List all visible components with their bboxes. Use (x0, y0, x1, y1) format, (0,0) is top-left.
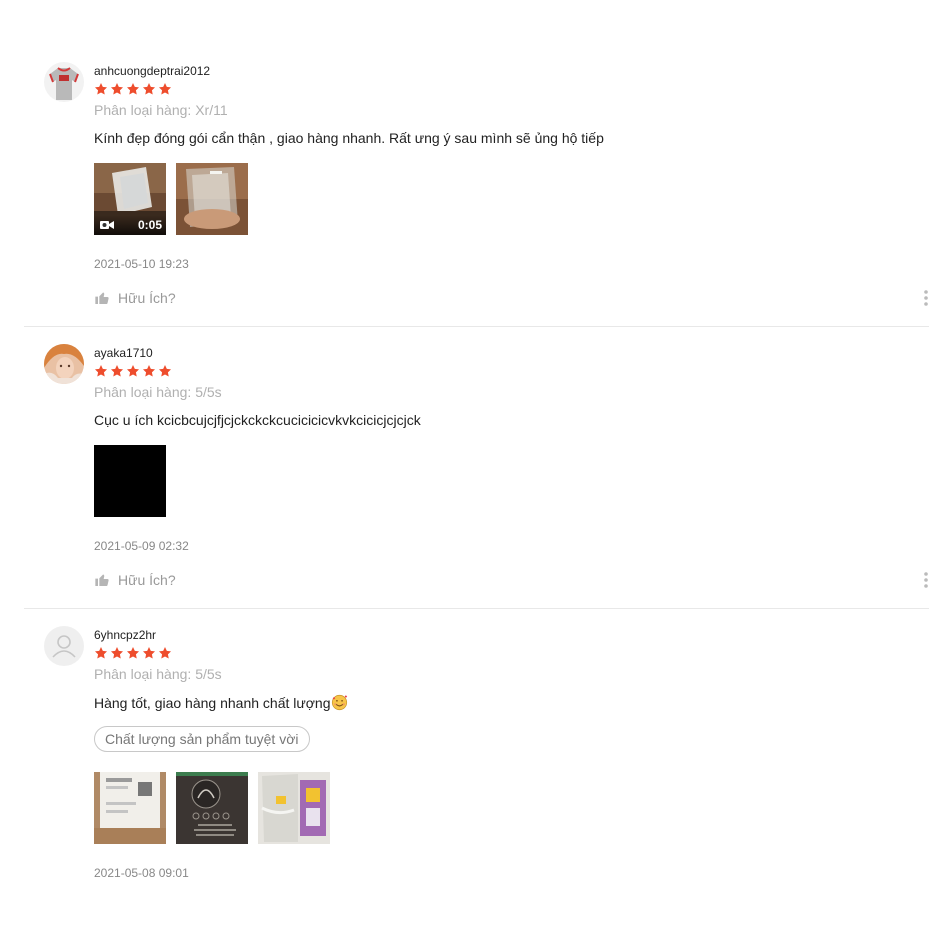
star-icon (110, 82, 124, 96)
review-comment: Hàng tốt, giao hàng nhanh chất lượng (94, 695, 331, 711)
star-icon (110, 364, 124, 378)
helpful-label: Hữu Ích? (118, 290, 176, 306)
review-item: anhcuongdeptrai2012 Phân loại hàng: Xr/1… (24, 54, 929, 327)
video-duration: 0:05 (137, 218, 162, 232)
thumbs-up-icon (94, 290, 110, 306)
star-icon (126, 364, 140, 378)
product-variation: Phân loại hàng: Xr/11 (94, 102, 228, 118)
review-media: 0:05 (94, 163, 248, 235)
review-comment: Kính đẹp đóng gói cẩn thận , giao hàng n… (94, 130, 604, 146)
star-icon (94, 364, 108, 378)
star-icon (158, 364, 172, 378)
product-variation: Phân loại hàng: 5/5s (94, 666, 222, 682)
reviewer-username[interactable]: ayaka1710 (94, 346, 153, 360)
review-image-thumbnail[interactable] (176, 772, 248, 844)
reviewer-username[interactable]: anhcuongdeptrai2012 (94, 64, 210, 78)
rating-stars (94, 646, 172, 662)
review-comment: Cục u ích kcicbcujcjfjcjckckckcucicicicv… (94, 412, 421, 428)
smiling-face-with-hearts-icon (331, 694, 347, 711)
star-icon (158, 646, 172, 660)
rating-stars (94, 364, 172, 380)
review-item: 6yhncpz2hr Phân loại hàng: 5/5s Hàng tốt… (24, 618, 929, 918)
rating-stars (94, 82, 172, 98)
helpful-button[interactable]: Hữu Ích? (94, 572, 176, 588)
review-date: 2021-05-10 19:23 (94, 257, 189, 271)
review-date: 2021-05-08 09:01 (94, 866, 189, 880)
review-date: 2021-05-09 02:32 (94, 539, 189, 553)
review-video-thumbnail[interactable]: 0:05 (94, 163, 166, 235)
star-icon (142, 82, 156, 96)
more-vertical-icon[interactable] (923, 572, 929, 588)
review-comment-container: Hàng tốt, giao hàng nhanh chất lượng (94, 694, 348, 711)
avatar[interactable] (44, 62, 84, 102)
star-icon (94, 646, 108, 660)
review-image-thumbnail[interactable] (176, 163, 248, 235)
helpful-label: Hữu Ích? (118, 572, 176, 588)
star-icon (158, 82, 172, 96)
star-icon (126, 82, 140, 96)
star-icon (142, 646, 156, 660)
star-icon (110, 646, 124, 660)
review-image-thumbnail[interactable] (258, 772, 330, 844)
review-image-thumbnail[interactable] (94, 772, 166, 844)
product-variation: Phân loại hàng: 5/5s (94, 384, 222, 400)
video-camera-icon (100, 221, 114, 229)
helpful-button[interactable]: Hữu Ích? (94, 290, 176, 306)
review-tag: Chất lượng sản phẩm tuyệt vời (94, 726, 310, 752)
avatar[interactable] (44, 626, 84, 666)
review-media (94, 772, 330, 844)
avatar[interactable] (44, 344, 84, 384)
user-icon (44, 626, 84, 666)
thumbs-up-icon (94, 572, 110, 588)
review-image-thumbnail[interactable] (94, 445, 166, 517)
more-vertical-icon[interactable] (923, 290, 929, 306)
star-icon (142, 364, 156, 378)
review-item: ayaka1710 Phân loại hàng: 5/5s Cục u ích… (24, 336, 929, 609)
review-media (94, 445, 166, 517)
star-icon (126, 646, 140, 660)
star-icon (94, 82, 108, 96)
reviewer-username[interactable]: 6yhncpz2hr (94, 628, 156, 642)
